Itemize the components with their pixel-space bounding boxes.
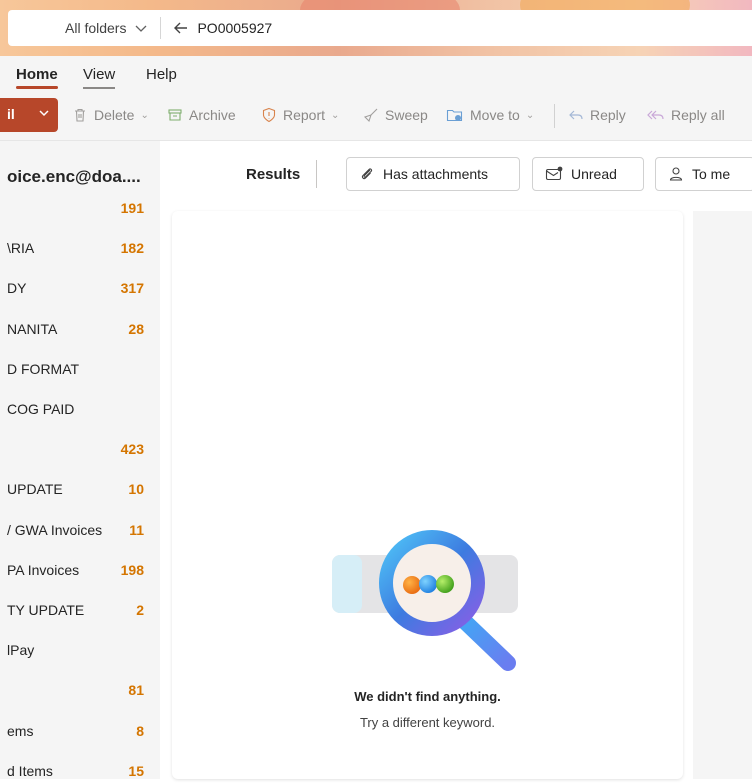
- unread-count-badge: 182: [120, 240, 144, 256]
- folder-pane: oice.enc@doa.... 191 \RIA 182 DY 317 NANITA 28…: [0, 141, 160, 779]
- search-scope-label: All folders: [65, 20, 127, 36]
- person-icon: [669, 167, 683, 181]
- folder-item[interactable]: D FORMAT: [0, 358, 160, 382]
- unread-count-badge: 28: [128, 321, 144, 337]
- search-filter-bar: Results Has attachments Unread To me: [172, 149, 752, 199]
- back-arrow-icon[interactable]: [173, 20, 189, 36]
- folder-item[interactable]: NANITA 28: [0, 318, 160, 342]
- folder-item[interactable]: lPay: [0, 639, 160, 663]
- ribbon-tabs: Home View Help: [0, 56, 752, 92]
- sweep-button[interactable]: Sweep: [363, 107, 428, 123]
- folder-item[interactable]: d Items 15: [0, 760, 160, 784]
- report-button[interactable]: Report ⌄: [261, 107, 339, 123]
- unread-count-badge: 15: [128, 763, 144, 779]
- folder-item[interactable]: \RIA 182: [0, 237, 160, 261]
- sweep-label: Sweep: [385, 107, 428, 123]
- chevron-down-icon: ⌄: [140, 109, 149, 121]
- new-mail-label: il: [7, 106, 15, 122]
- trash-icon: [75, 108, 85, 122]
- unread-count-badge: 317: [120, 280, 144, 296]
- folder-item[interactable]: UPDATE 10: [0, 478, 160, 502]
- to-me-label: To me: [692, 166, 731, 182]
- reply-icon: [569, 110, 583, 120]
- folder-name: COG PAID: [7, 401, 75, 417]
- account-name[interactable]: oice.enc@doa....: [7, 167, 141, 187]
- chevron-down-icon: ⌄: [525, 109, 535, 121]
- folder-name: NANITA: [7, 321, 58, 337]
- chevron-down-icon: ⌄: [331, 109, 340, 121]
- folder-name: PA Invoices: [7, 562, 80, 578]
- unread-label: Unread: [571, 166, 617, 182]
- command-toolbar: il Delete ⌄ Archive Report ⌄ Sweep Move …: [0, 92, 752, 141]
- folder-item[interactable]: / GWA Invoices 11: [0, 519, 160, 543]
- unread-count-badge: 10: [128, 481, 144, 497]
- header-banner: All folders PO0005927: [0, 0, 752, 56]
- unread-count-badge: 81: [128, 682, 144, 698]
- search-scope-dropdown[interactable]: All folders: [8, 17, 162, 39]
- archive-button[interactable]: Archive: [167, 107, 236, 123]
- folder-item[interactable]: COG PAID: [0, 398, 160, 422]
- folder-name: / GWA Invoices: [7, 522, 103, 538]
- message-list-pane: We didn't find anything. Try a different…: [172, 211, 683, 779]
- folder-name: d Items: [7, 763, 53, 779]
- paperclip-icon: [361, 168, 373, 180]
- results-label: Results: [246, 166, 301, 183]
- broom-icon: [363, 108, 378, 123]
- folder-name: ems: [7, 723, 34, 739]
- folder-name: lPay: [7, 642, 35, 658]
- folder-name: UPDATE: [7, 481, 63, 497]
- filter-divider: [316, 160, 317, 188]
- reply-button[interactable]: Reply: [568, 107, 626, 123]
- search-input[interactable]: PO0005927: [197, 20, 272, 36]
- folder-item[interactable]: TY UPDATE 2: [0, 599, 160, 623]
- tab-home[interactable]: Home: [16, 66, 58, 89]
- archive-label: Archive: [189, 107, 236, 123]
- search-box[interactable]: All folders PO0005927: [8, 10, 752, 46]
- folder-name: \RIA: [7, 240, 35, 256]
- folder-item[interactable]: PA Invoices 198: [0, 559, 160, 583]
- folder-name: D FORMAT: [7, 361, 80, 377]
- unread-count-badge: 2: [136, 602, 144, 618]
- tab-help[interactable]: Help: [146, 66, 177, 83]
- reply-all-label: Reply all: [671, 107, 725, 123]
- folder-item[interactable]: ems 8: [0, 720, 160, 744]
- chevron-down-icon: [136, 25, 147, 32]
- folder-item[interactable]: 423: [0, 438, 160, 462]
- empty-state-subtitle: Try a different keyword.: [359, 715, 496, 730]
- has-attachments-label: Has attachments: [383, 166, 489, 182]
- reply-all-icon: [647, 110, 664, 120]
- report-label: Report: [283, 107, 326, 123]
- folder-name: TY UPDATE: [7, 602, 85, 618]
- delete-label: Delete: [94, 107, 135, 123]
- reply-label: Reply: [590, 107, 626, 123]
- new-mail-button[interactable]: il: [0, 98, 58, 132]
- chevron-down-icon[interactable]: [38, 106, 50, 122]
- magnifier-illustration-icon: [332, 530, 518, 671]
- delete-button[interactable]: Delete ⌄: [72, 107, 149, 123]
- reading-pane: [693, 211, 752, 779]
- folder-item[interactable]: 81: [0, 679, 160, 703]
- archive-icon: [168, 109, 182, 121]
- unread-count-badge: 191: [120, 200, 144, 216]
- empty-state-title: We didn't find anything.: [354, 689, 501, 704]
- toolbar-divider: [554, 104, 555, 128]
- unread-count-badge: 423: [120, 441, 144, 457]
- move-to-label: Move to: [470, 107, 520, 123]
- unread-mail-icon: [545, 166, 563, 181]
- filter-unread[interactable]: Unread: [532, 157, 644, 191]
- filter-has-attachments[interactable]: Has attachments: [346, 157, 520, 191]
- move-to-button[interactable]: Move to ⌄: [446, 107, 534, 123]
- filter-to-me[interactable]: To me: [655, 157, 752, 191]
- unread-count-badge: 198: [120, 562, 144, 578]
- tab-view[interactable]: View: [83, 66, 116, 89]
- unread-count-badge: 11: [129, 522, 144, 538]
- unread-count-badge: 8: [136, 723, 144, 739]
- reply-all-button[interactable]: Reply all: [647, 107, 725, 123]
- folder-move-icon: [446, 109, 463, 122]
- folder-item[interactable]: DY 317: [0, 277, 160, 301]
- report-shield-icon: [262, 107, 276, 123]
- folder-name: DY: [7, 280, 27, 296]
- folder-item[interactable]: 191: [0, 197, 160, 221]
